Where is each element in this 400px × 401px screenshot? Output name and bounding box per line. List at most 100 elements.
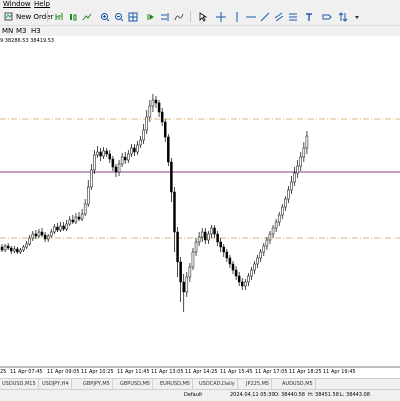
candle-body [228, 257, 232, 265]
candle [222, 244, 226, 257]
candle [16, 247, 19, 254]
candle-body [191, 251, 195, 268]
candle-body [9, 247, 13, 252]
candle [28, 235, 31, 246]
candle [296, 160, 299, 178]
candle [77, 212, 81, 221]
candle-body [151, 99, 155, 107]
candle [271, 225, 275, 238]
candle-body [274, 221, 278, 229]
candle [293, 167, 296, 186]
candle-body [167, 136, 170, 163]
status-low: L: 38443.08 [340, 392, 370, 398]
candle-body [210, 227, 213, 235]
candle-body [34, 233, 38, 237]
candle [53, 224, 56, 234]
candle [0, 244, 4, 252]
candle-body [80, 213, 84, 220]
candle [167, 134, 170, 166]
candle [191, 248, 195, 270]
tab-gbpjpy-m5[interactable]: GBPJPY,M5 [81, 379, 113, 389]
tab-eurusd-m5[interactable]: EURUSD,M5 [158, 379, 194, 389]
x-label: 11 Apr 13:05 [151, 369, 184, 375]
candle-body [22, 246, 25, 251]
candle-body [114, 166, 118, 173]
candle-body [225, 251, 229, 259]
candle [120, 153, 124, 167]
status-datetime: 2024.04.11 05:30 [230, 392, 275, 398]
candle-body [253, 263, 256, 271]
candle [265, 237, 269, 250]
candle [176, 227, 179, 277]
tab-usdcad-daily[interactable]: USDCAD,Daily [197, 379, 238, 389]
candle [253, 261, 256, 274]
candle-body [290, 181, 293, 191]
candle-body [130, 147, 133, 155]
status-open: O: 38440.58 [274, 392, 305, 398]
candle-body [6, 245, 10, 249]
candle-body [25, 243, 28, 248]
x-label: 11 Apr 10:25 [81, 369, 114, 375]
candle [160, 108, 164, 126]
candles-group [0, 94, 309, 312]
candle-body [133, 147, 136, 153]
candle-body [299, 156, 303, 167]
candle-body [117, 163, 121, 173]
candle-body [102, 150, 105, 157]
tab-usdjpy-h4[interactable]: USDJPY,H4 [40, 379, 72, 389]
candle-body [197, 236, 201, 243]
candle-body [302, 147, 306, 158]
candle [207, 231, 210, 244]
candle [22, 245, 25, 252]
candle [40, 228, 44, 237]
candle-body [31, 233, 35, 239]
candle [46, 234, 50, 242]
candle-body [185, 276, 189, 293]
candle-body [3, 245, 7, 251]
tab-gbpusd-m5[interactable]: GBPUSD,M5 [118, 379, 154, 389]
candle [290, 176, 293, 194]
candle [200, 228, 204, 242]
candle [274, 219, 278, 232]
candle-body [62, 225, 65, 230]
tab-jp225-m5[interactable]: JP225,M5 [244, 379, 273, 389]
candle [74, 213, 78, 224]
x-label: 11 Apr 09:05 [47, 369, 80, 375]
candle-body [182, 281, 185, 293]
candle [188, 263, 192, 282]
candle-body [256, 257, 259, 265]
candle [231, 261, 235, 274]
candle [259, 249, 262, 262]
candle [139, 136, 142, 148]
candle-body [120, 156, 124, 165]
tab-audusd-m5[interactable]: AUDUSD,M5 [280, 379, 316, 389]
candle-body [194, 241, 198, 253]
candle [277, 212, 281, 226]
candle [105, 148, 108, 157]
candle [234, 266, 238, 280]
candle [71, 215, 75, 224]
candle [13, 246, 16, 253]
candle [182, 274, 185, 312]
candle-body [83, 203, 87, 215]
candle [268, 231, 272, 244]
candle-body [222, 246, 226, 253]
candle [157, 100, 161, 117]
candle-body [111, 158, 115, 168]
tab-usdusd-m15[interactable]: USDUSD,M15 [0, 379, 39, 389]
candle-body [219, 241, 222, 248]
candle [197, 232, 201, 246]
candle [90, 164, 93, 190]
candle-body [0, 246, 4, 251]
candle [96, 146, 99, 158]
candle [281, 204, 284, 219]
candle-body [234, 269, 238, 277]
candle [111, 156, 115, 171]
candle-body [86, 186, 90, 205]
candle [163, 119, 167, 142]
candle-body [160, 111, 164, 123]
candle [25, 241, 28, 249]
candle-body [262, 245, 266, 253]
candle [65, 220, 68, 231]
candle [62, 222, 65, 231]
